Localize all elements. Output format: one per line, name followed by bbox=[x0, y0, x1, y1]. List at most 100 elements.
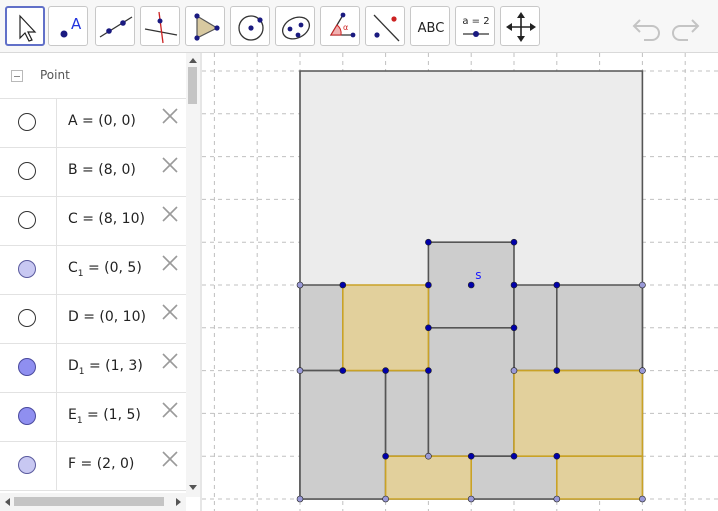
algebra-row[interactable]: E1 = (1, 5) bbox=[0, 393, 186, 442]
visibility-marble-icon[interactable] bbox=[18, 211, 36, 229]
angle-tool-button[interactable]: α bbox=[320, 6, 360, 46]
delete-icon[interactable] bbox=[161, 205, 179, 223]
point-name: D bbox=[68, 309, 79, 325]
point-definition[interactable]: C = (8, 10) bbox=[68, 211, 145, 230]
horizontal-scroll-thumb[interactable] bbox=[14, 497, 164, 506]
move-graphics-icon bbox=[506, 12, 536, 42]
point-definition[interactable]: B = (8, 0) bbox=[68, 162, 136, 181]
delete-icon[interactable] bbox=[161, 352, 179, 370]
circle-center-point-icon bbox=[238, 15, 264, 41]
graphics-canvas[interactable]: s bbox=[202, 53, 718, 511]
undo-icon[interactable] bbox=[630, 11, 664, 41]
slider-tool-button[interactable]: a = 2 bbox=[455, 6, 495, 46]
visibility-marble-icon[interactable] bbox=[18, 456, 36, 474]
visibility-marble-icon[interactable] bbox=[18, 309, 36, 327]
point-definition[interactable]: F = (2, 0) bbox=[68, 456, 134, 475]
delete-icon[interactable] bbox=[161, 254, 179, 272]
visibility-marble-icon[interactable] bbox=[18, 162, 36, 180]
line-tool-button[interactable] bbox=[95, 6, 135, 46]
dependent-point bbox=[510, 238, 518, 246]
dependent-point bbox=[553, 367, 561, 374]
algebra-row[interactable]: C1 = (0, 5) bbox=[0, 246, 186, 295]
algebra-row[interactable]: A = (0, 0) bbox=[0, 99, 186, 148]
text-tool-button[interactable]: ABC bbox=[410, 6, 450, 46]
move-tool-button[interactable] bbox=[5, 6, 45, 46]
dependent-point bbox=[425, 238, 432, 246]
scroll-down-arrow-icon[interactable] bbox=[186, 481, 200, 493]
point-name: C bbox=[68, 211, 78, 227]
graphics-view[interactable]: s bbox=[202, 53, 718, 511]
visibility-marble-icon[interactable] bbox=[18, 358, 36, 376]
point-definition[interactable]: A = (0, 0) bbox=[68, 113, 136, 132]
marble-cell[interactable] bbox=[0, 148, 57, 196]
scroll-right-arrow-icon[interactable] bbox=[172, 493, 184, 511]
ellipse-icon bbox=[281, 16, 311, 40]
point-value: = (2, 0) bbox=[76, 456, 135, 472]
svg-text:a = 2: a = 2 bbox=[462, 16, 489, 27]
cursor-arrow-icon bbox=[19, 14, 37, 42]
scroll-left-arrow-icon[interactable] bbox=[2, 493, 14, 511]
marble-cell[interactable] bbox=[0, 344, 57, 392]
marble-cell[interactable] bbox=[0, 442, 57, 490]
gold-piece bbox=[513, 369, 644, 458]
visibility-marble-icon[interactable] bbox=[18, 407, 36, 425]
svg-text:ABC: ABC bbox=[418, 21, 445, 36]
dependent-point bbox=[467, 281, 475, 289]
dependent-point bbox=[382, 452, 389, 460]
polygon-tool-button[interactable] bbox=[185, 6, 225, 46]
horizontal-scrollbar[interactable] bbox=[0, 493, 186, 511]
dependent-point bbox=[510, 324, 518, 332]
point-definition[interactable]: C1 = (0, 5) bbox=[68, 260, 142, 279]
gray-piece bbox=[555, 284, 644, 372]
algebra-row[interactable]: D1 = (1, 3) bbox=[0, 344, 186, 393]
point-name: C bbox=[68, 260, 78, 276]
move-graphics-tool-button[interactable] bbox=[500, 6, 540, 46]
svg-text:A: A bbox=[71, 15, 82, 33]
delete-icon[interactable] bbox=[161, 156, 179, 174]
dependent-point bbox=[510, 452, 518, 460]
circle-tool-button[interactable] bbox=[230, 6, 270, 46]
algebra-group-header[interactable]: Point bbox=[0, 53, 186, 99]
point-definition[interactable]: D1 = (1, 3) bbox=[68, 358, 143, 377]
collapse-minus-icon[interactable] bbox=[11, 70, 23, 82]
perpendicular-tool-button[interactable] bbox=[140, 6, 180, 46]
reflect-about-line-icon bbox=[373, 14, 400, 42]
free-point bbox=[296, 281, 304, 289]
free-point bbox=[425, 452, 432, 460]
visibility-marble-icon[interactable] bbox=[18, 113, 36, 131]
vertical-scroll-thumb[interactable] bbox=[188, 67, 197, 104]
algebra-row[interactable]: D = (0, 10) bbox=[0, 295, 186, 344]
marble-cell[interactable] bbox=[0, 99, 57, 147]
conic-tool-button[interactable] bbox=[275, 6, 315, 46]
text-icon: ABC bbox=[418, 21, 445, 36]
point-tool-button[interactable]: A bbox=[48, 6, 88, 46]
marble-cell[interactable] bbox=[0, 246, 57, 294]
point-icon: A bbox=[60, 15, 82, 38]
gray-piece bbox=[299, 284, 344, 372]
angle-icon: α bbox=[329, 12, 356, 38]
delete-icon[interactable] bbox=[161, 107, 179, 125]
vertical-scrollbar[interactable] bbox=[186, 53, 200, 497]
point-definition[interactable]: D = (0, 10) bbox=[68, 309, 146, 328]
free-point bbox=[639, 495, 646, 503]
scroll-up-arrow-icon[interactable] bbox=[186, 55, 200, 67]
visibility-marble-icon[interactable] bbox=[18, 260, 36, 278]
free-point bbox=[296, 495, 304, 503]
gray-piece bbox=[299, 369, 387, 500]
polygon-icon bbox=[194, 13, 220, 41]
marble-cell[interactable] bbox=[0, 197, 57, 245]
delete-icon[interactable] bbox=[161, 450, 179, 468]
algebra-row[interactable]: C = (8, 10) bbox=[0, 197, 186, 246]
dependent-point bbox=[553, 281, 561, 289]
delete-icon[interactable] bbox=[161, 401, 179, 419]
slider-icon: a = 2 bbox=[462, 16, 490, 37]
delete-icon[interactable] bbox=[161, 303, 179, 321]
point-definition[interactable]: E1 = (1, 5) bbox=[68, 407, 141, 426]
algebra-row[interactable]: F = (2, 0) bbox=[0, 442, 186, 491]
free-point bbox=[553, 495, 561, 503]
reflect-tool-button[interactable] bbox=[365, 6, 405, 46]
marble-cell[interactable] bbox=[0, 393, 57, 441]
redo-icon[interactable] bbox=[668, 11, 702, 41]
algebra-row[interactable]: B = (8, 0) bbox=[0, 148, 186, 197]
marble-cell[interactable] bbox=[0, 295, 57, 343]
